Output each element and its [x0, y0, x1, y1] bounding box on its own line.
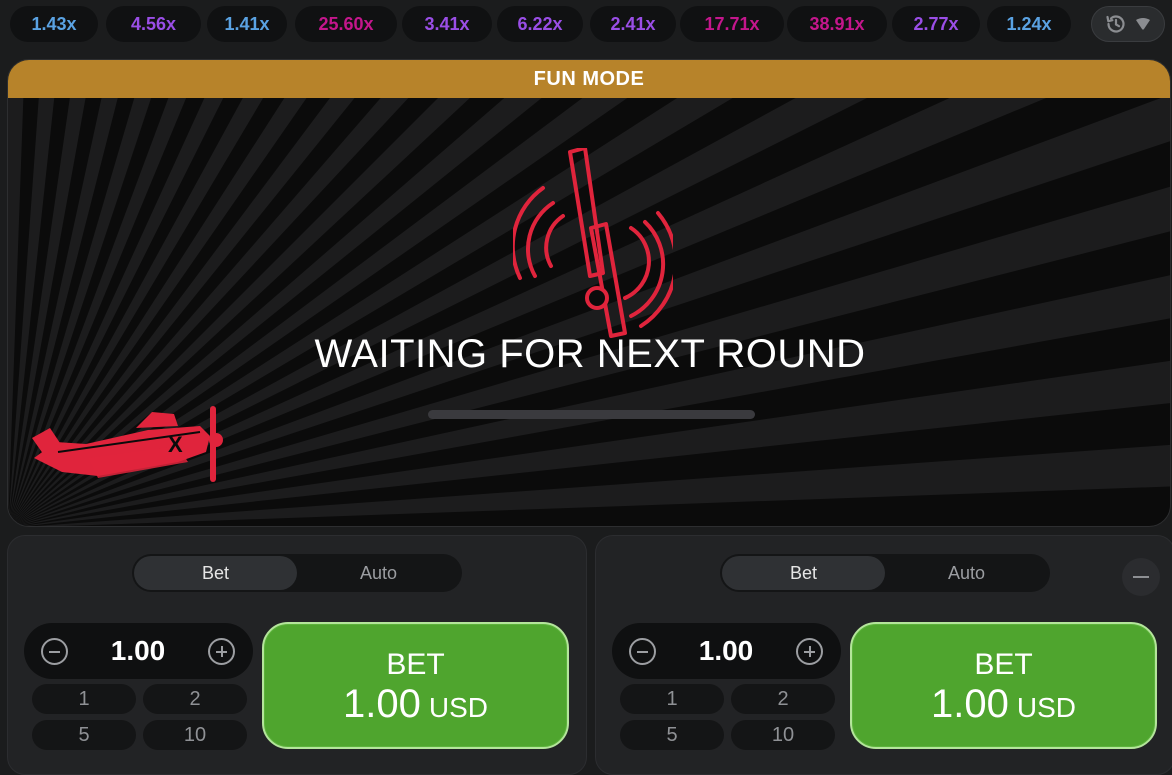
- bet-button-currency: USD: [428, 692, 488, 723]
- bet-button-value: 1.00: [931, 682, 1009, 726]
- bet-button-value: 1.00: [343, 682, 421, 726]
- history-multiplier: 1.43x: [10, 6, 98, 42]
- quick-amount-button[interactable]: 1: [32, 684, 136, 714]
- history-multiplier: 4.56x: [106, 6, 201, 42]
- quick-amount-button[interactable]: 5: [32, 720, 136, 750]
- fun-mode-banner: FUN MODE: [8, 60, 1170, 98]
- bet-amount-input[interactable]: 1.00: [82, 623, 194, 679]
- history-multiplier: 2.77x: [892, 6, 980, 42]
- increase-amount-button[interactable]: [796, 638, 823, 665]
- history-multiplier: 1.24x: [987, 6, 1071, 42]
- bet-mode-tabs: Bet Auto: [132, 554, 462, 592]
- decrease-amount-button[interactable]: [629, 638, 656, 665]
- place-bet-button[interactable]: BET 1.00 USD: [850, 622, 1157, 749]
- tab-bet[interactable]: Bet: [134, 556, 297, 590]
- minus-icon: [49, 650, 60, 653]
- plus-icon-vertical: [808, 646, 811, 657]
- bet-amount-stepper: 1.00: [612, 623, 841, 679]
- minus-icon: [1133, 576, 1149, 578]
- quick-amount-button[interactable]: 5: [620, 720, 724, 750]
- quick-amount-button[interactable]: 10: [731, 720, 835, 750]
- bet-button-amount: 1.00 USD: [852, 682, 1155, 727]
- bet-button-amount: 1.00 USD: [264, 682, 567, 727]
- chevron-down-icon: [1136, 18, 1150, 30]
- history-multiplier: 25.60x: [295, 6, 397, 42]
- history-multiplier: 17.71x: [680, 6, 784, 42]
- quick-amount-button[interactable]: 10: [143, 720, 247, 750]
- quick-amount-button[interactable]: 2: [731, 684, 835, 714]
- history-multiplier: 1.41x: [207, 6, 287, 42]
- plus-icon-vertical: [220, 646, 223, 657]
- propeller-loading-icon: [513, 148, 673, 338]
- remove-bet-panel-button[interactable]: [1122, 558, 1160, 596]
- airplane-icon: X: [32, 406, 223, 482]
- bet-button-currency: USD: [1016, 692, 1076, 723]
- game-canvas: FUN MODE WAITING FOR NEXT ROUND X: [7, 59, 1171, 527]
- bet-button-label: BET: [974, 648, 1033, 681]
- history-icon: [1106, 15, 1125, 33]
- round-progress-bar: [428, 410, 755, 419]
- quick-amount-button[interactable]: 1: [620, 684, 724, 714]
- history-multiplier: 38.91x: [787, 6, 887, 42]
- history-multiplier: 6.22x: [497, 6, 583, 42]
- tab-auto[interactable]: Auto: [885, 556, 1048, 590]
- bet-panel-1: Bet Auto 1.00 1 2 5 10 BET 1.00 USD: [7, 535, 587, 775]
- minus-icon: [637, 650, 648, 653]
- increase-amount-button[interactable]: [208, 638, 235, 665]
- round-status-text: WAITING FOR NEXT ROUND: [314, 332, 866, 376]
- bet-amount-stepper: 1.00: [24, 623, 253, 679]
- quick-amount-button[interactable]: 2: [143, 684, 247, 714]
- place-bet-button[interactable]: BET 1.00 USD: [262, 622, 569, 749]
- bet-panel-2: Bet Auto 1.00 1 2 5 10 BET 1.00 USD: [595, 535, 1172, 775]
- tab-auto[interactable]: Auto: [297, 556, 460, 590]
- history-multiplier: 2.41x: [590, 6, 676, 42]
- history-toggle-button[interactable]: [1091, 6, 1165, 42]
- tab-bet[interactable]: Bet: [722, 556, 885, 590]
- decrease-amount-button[interactable]: [41, 638, 68, 665]
- bet-button-label: BET: [386, 648, 445, 681]
- bet-mode-tabs: Bet Auto: [720, 554, 1050, 592]
- multiplier-history-bar: 1.43x 4.56x 1.41x 25.60x 3.41x 6.22x 2.4…: [0, 0, 1172, 48]
- bet-amount-input[interactable]: 1.00: [670, 623, 782, 679]
- history-multiplier: 3.41x: [402, 6, 492, 42]
